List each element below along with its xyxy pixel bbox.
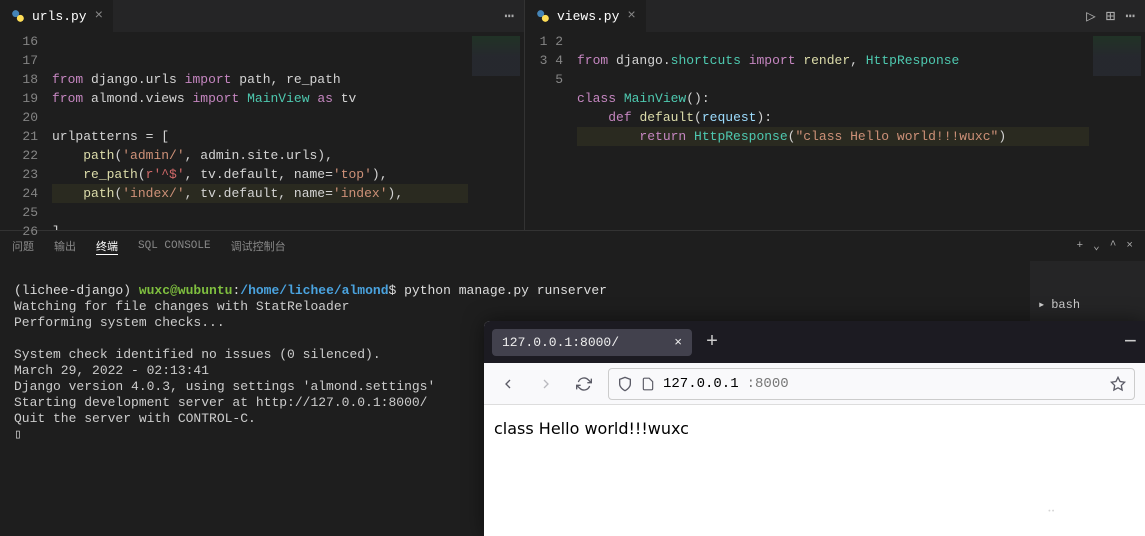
minimap[interactable] <box>1089 32 1145 230</box>
page-text: class Hello world!!!wuxc <box>494 419 689 438</box>
terminal-icon: ▸ <box>1038 297 1045 313</box>
panel-tab-debug[interactable]: 调试控制台 <box>231 238 286 254</box>
more-icon[interactable]: ⋯ <box>1125 6 1135 26</box>
forward-button[interactable] <box>532 370 560 398</box>
close-panel-icon[interactable]: × <box>1126 240 1133 252</box>
split-editor-icon[interactable]: ⊞ <box>1106 6 1116 26</box>
close-icon[interactable]: × <box>95 8 103 24</box>
right-tab-bar: views.py × ▷ ⊞ ⋯ <box>525 0 1145 32</box>
page-info-icon <box>641 377 655 391</box>
close-icon[interactable]: × <box>674 335 682 350</box>
browser-tab[interactable]: 127.0.0.1:8000/ × <box>492 329 692 356</box>
back-button[interactable] <box>494 370 522 398</box>
line-gutter: 16 17 18 19 20 21 22 23 24 25 26 <box>0 32 52 230</box>
code-body[interactable]: from django.shortcuts import render, Htt… <box>577 32 1089 230</box>
panel-tab-terminal[interactable]: 终端 <box>96 238 118 255</box>
browser-tab-bar: 127.0.0.1:8000/ × + − <box>484 321 1145 363</box>
run-icon[interactable]: ▷ <box>1086 6 1096 26</box>
close-icon[interactable]: × <box>627 8 635 24</box>
browser-content: class Hello world!!!wuxc <box>484 405 1145 452</box>
url-port: :8000 <box>747 376 789 392</box>
panel-tab-output[interactable]: 输出 <box>54 238 76 254</box>
editor-urls[interactable]: 16 17 18 19 20 21 22 23 24 25 26 from dj… <box>0 32 524 230</box>
shield-icon <box>617 376 633 392</box>
left-tab-bar: urls.py × ⋯ <box>0 0 524 32</box>
bookmark-icon[interactable] <box>1110 376 1126 392</box>
tab-label: urls.py <box>32 9 87 24</box>
minimize-icon[interactable]: − <box>1124 330 1137 355</box>
python-file-icon <box>10 8 26 24</box>
line-gutter: 1 2 3 4 5 <box>525 32 577 230</box>
more-icon[interactable]: ⋯ <box>504 6 514 26</box>
editor-views[interactable]: 1 2 3 4 5 from django.shortcuts import r… <box>525 32 1145 230</box>
watermark: 路由器 luyouqi.com <box>1036 488 1133 524</box>
browser-toolbar: 127.0.0.1 :8000 <box>484 363 1145 405</box>
tab-views[interactable]: views.py × <box>525 0 646 32</box>
code-body[interactable]: from django.urls import path, re_path fr… <box>52 32 468 230</box>
url-host: 127.0.0.1 <box>663 376 739 392</box>
panel-tab-problems[interactable]: 问题 <box>12 238 34 254</box>
router-icon <box>1036 488 1072 524</box>
tab-urls[interactable]: urls.py × <box>0 0 113 32</box>
maximize-panel-icon[interactable]: ^ <box>1110 240 1117 252</box>
terminal-bash[interactable]: ▸bash <box>1030 293 1145 317</box>
url-bar[interactable]: 127.0.0.1 :8000 <box>608 368 1135 400</box>
tab-label: views.py <box>557 9 619 24</box>
chevron-down-icon[interactable]: ⌄ <box>1093 239 1100 253</box>
panel-tab-sql[interactable]: SQL CONSOLE <box>138 240 211 252</box>
minimap[interactable] <box>468 32 524 230</box>
new-terminal-icon[interactable]: + <box>1077 240 1084 252</box>
panel-tabs: 问题 输出 终端 SQL CONSOLE 调试控制台 + ⌄ ^ × <box>0 231 1145 261</box>
new-tab-button[interactable]: + <box>700 331 724 354</box>
reload-button[interactable] <box>570 370 598 398</box>
browser-tab-title: 127.0.0.1:8000/ <box>502 335 619 350</box>
python-file-icon <box>535 8 551 24</box>
